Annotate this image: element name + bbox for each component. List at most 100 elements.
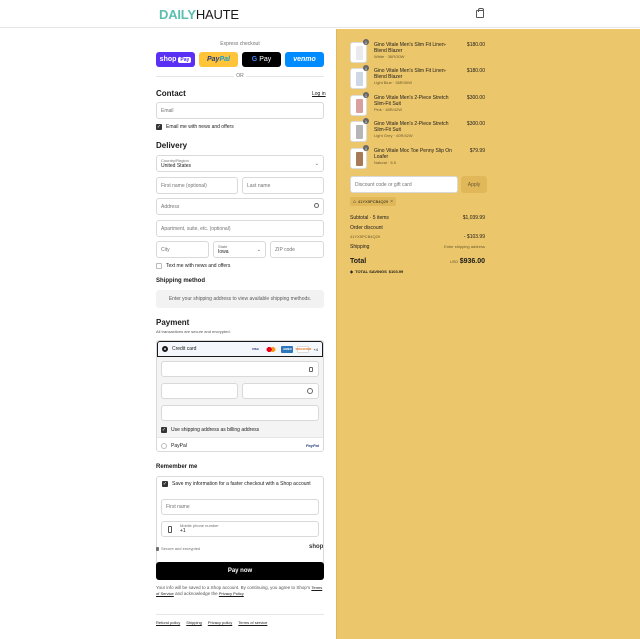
cart-item: 1 Gino Vitale Men's 2-Piece Stretch Slim-… (350, 118, 485, 143)
contact-heading: Contact (156, 89, 186, 98)
zip-field[interactable]: ZIP code (270, 241, 324, 258)
legal-and: and acknowledge the (175, 591, 218, 596)
address-field[interactable]: Address (156, 198, 324, 215)
product-thumbnail (350, 68, 367, 89)
discount-tag: ⌂ 41YX5PCB4Q29 × (350, 197, 396, 206)
email-field[interactable]: Email (156, 102, 324, 119)
security-code-field[interactable] (242, 383, 319, 399)
quantity-badge: 1 (363, 92, 369, 98)
card-form: ✓ Use shipping address as billing addres… (157, 357, 323, 437)
total-savings: ◈ TOTAL SAVINGS $103.99 (350, 269, 403, 274)
savings-value: $103.99 (388, 269, 404, 274)
shopping-bag-icon[interactable] (476, 8, 484, 18)
product-thumbnail (350, 121, 367, 142)
order-discount-label: Order discount (350, 225, 383, 231)
last-name-field[interactable]: Last name (242, 177, 324, 194)
shop-pay-text: shop (159, 56, 177, 63)
state-value: Iowa (218, 249, 229, 255)
pay-now-button[interactable]: Pay now (156, 562, 324, 580)
text-news-label: Text me with news and offers (166, 263, 231, 269)
more-cards-badge: +4 (313, 346, 318, 352)
email-news-option[interactable]: ✓ Email me with news and offers (156, 124, 234, 130)
email-news-label: Email me with news and offers (166, 124, 234, 130)
credit-card-option[interactable]: Credit card VISA MC AMEX DISCOVER +4 (157, 341, 323, 357)
header: DAILYHAUTE (0, 0, 640, 28)
state-select[interactable]: State Iowa ⌄ (213, 241, 266, 258)
address-placeholder: Address (161, 203, 180, 210)
remember-first-name-field[interactable]: First name (161, 499, 319, 515)
chevron-down-icon: ⌄ (256, 247, 261, 253)
discount-value: - $103.99 (463, 234, 485, 240)
total-row: Total USD $936.00 (350, 258, 485, 265)
paypal-express-button[interactable]: Pay Pal (199, 52, 238, 67)
order-summary: 1 Gino Vitale Men's Slim Fit Linen-Blend … (336, 29, 640, 639)
google-pay-button[interactable]: G Pay (242, 52, 281, 67)
brand-logo[interactable]: DAILYHAUTE (159, 7, 239, 22)
footer-links: Refund policy Shipping Privacy policy Te… (156, 620, 267, 625)
mobile-phone-field[interactable]: Mobile phone number +1 (161, 521, 319, 537)
product-image (356, 99, 363, 113)
expiration-date-field[interactable] (161, 383, 238, 399)
express-checkout-label: Express checkout (220, 41, 260, 47)
card-number-field[interactable] (161, 361, 319, 377)
text-news-checkbox[interactable] (156, 263, 162, 269)
credit-card-radio[interactable] (162, 346, 168, 352)
tag-icon: ◈ (350, 269, 354, 274)
order-discount-row: Order discount (350, 225, 485, 231)
email-news-checkbox[interactable]: ✓ (156, 124, 162, 130)
cart-item: 1 Gino Vitale Moc Toe Penny Slip On Loafe… (350, 145, 485, 170)
country-select[interactable]: Country/Region United States ⌄ (156, 155, 324, 172)
product-info: Gino Vitale Moc Toe Penny Slip On Loafer… (374, 148, 452, 165)
paypal-radio[interactable] (161, 442, 167, 449)
quantity-badge: 1 (363, 145, 369, 151)
product-price: $180.00 (466, 42, 485, 48)
quantity-badge: 1 (363, 65, 369, 71)
product-variant: Natural · 6.5 (374, 160, 397, 165)
legal-text: Your info will be saved to a Shop accoun… (156, 585, 324, 597)
discount-code-field[interactable]: Discount code or gift card (350, 176, 458, 193)
venmo-button[interactable]: venmo (285, 52, 324, 67)
name-on-card-field[interactable] (161, 405, 319, 421)
close-icon[interactable]: × (390, 199, 393, 205)
delivery-heading: Delivery (156, 141, 188, 150)
privacy-policy-link[interactable]: Privacy Policy (219, 591, 244, 596)
apartment-field[interactable]: Apartment, suite, etc. (optional) (156, 220, 324, 237)
product-price: $180.00 (466, 68, 485, 74)
product-info: Gino Vitale Men's 2-Piece Stretch Slim-F… (374, 95, 452, 112)
shipping-value: Enter shipping address (444, 244, 485, 249)
payment-heading: Payment (156, 318, 190, 327)
product-image (356, 125, 363, 139)
save-info-option[interactable]: ✓ Save my information for a faster check… (162, 481, 311, 487)
subtotal-row: Subtotal · 5 items $1,039.99 (350, 215, 485, 221)
legal-intro: Your info will be saved to a Shop accoun… (156, 585, 311, 590)
save-info-checkbox[interactable]: ✓ (162, 481, 168, 487)
visa-icon: VISA (251, 347, 259, 351)
savings-label: TOTAL SAVINGS (355, 269, 387, 274)
product-variant: White · 36R/30W (374, 54, 405, 59)
discount-tag-code: 41YX5PCB4Q29 (358, 199, 389, 204)
city-field[interactable]: City (156, 241, 209, 258)
privacy-policy-footer-link[interactable]: Privacy policy (208, 620, 232, 625)
text-news-option[interactable]: Text me with news and offers (156, 263, 230, 269)
product-image (356, 152, 363, 166)
first-name-field[interactable]: First name (optional) (156, 177, 238, 194)
apply-button[interactable]: Apply (461, 176, 487, 193)
refund-policy-link[interactable]: Refund policy (156, 620, 180, 625)
chevron-down-icon: ⌄ (314, 161, 319, 167)
product-price: $300.00 (466, 121, 485, 127)
shop-pay-button[interactable]: shop Pay (156, 52, 195, 67)
billing-same-checkbox[interactable]: ✓ (161, 427, 167, 433)
shipping-policy-link[interactable]: Shipping (186, 620, 202, 625)
product-info: Gino Vitale Men's 2-Piece Stretch Slim-F… (374, 121, 452, 138)
total-label: Total (350, 258, 367, 265)
subtotal-value: $1,039.99 (462, 215, 485, 221)
billing-same-option[interactable]: ✓ Use shipping address as billing addres… (161, 427, 259, 433)
phone-icon (168, 526, 172, 533)
product-title: Gino Vitale Moc Toe Penny Slip On Loafer (374, 148, 452, 160)
paypal-option[interactable]: PayPal PayPal (157, 437, 323, 453)
terms-of-service-footer-link[interactable]: Terms of service (238, 620, 267, 625)
product-price: $300.00 (466, 95, 485, 101)
login-link[interactable]: Log in (312, 91, 326, 97)
cart-item: 1 Gino Vitale Men's Slim Fit Linen-Blend … (350, 39, 485, 64)
product-title: Gino Vitale Men's 2-Piece Stretch Slim-F… (374, 95, 449, 107)
